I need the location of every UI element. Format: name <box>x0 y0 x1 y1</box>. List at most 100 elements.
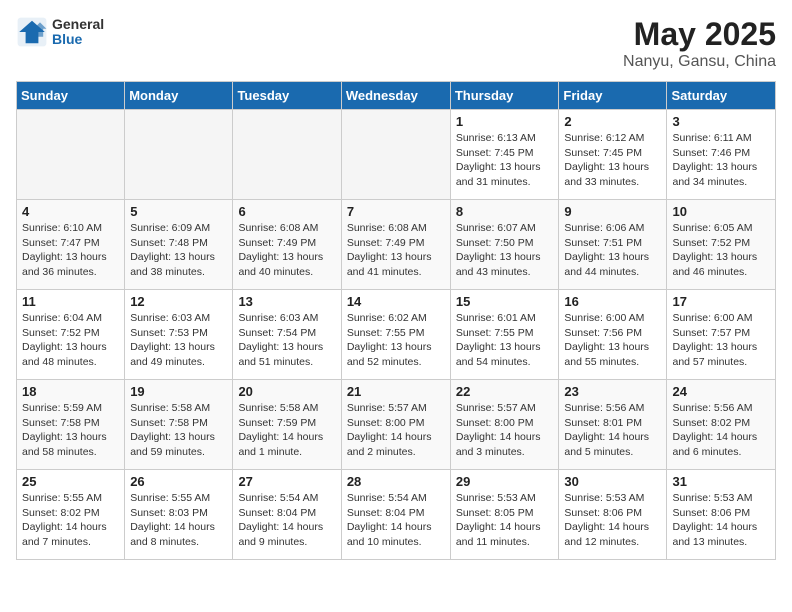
day-info: Sunrise: 6:11 AM Sunset: 7:46 PM Dayligh… <box>672 131 770 190</box>
day-number: 16 <box>564 294 661 309</box>
day-header-wednesday: Wednesday <box>341 82 450 110</box>
week-row-2: 4 Sunrise: 6:10 AM Sunset: 7:47 PM Daylig… <box>17 200 776 290</box>
calendar-cell: 24 Sunrise: 5:56 AM Sunset: 8:02 PM Dayli… <box>667 380 776 470</box>
day-info: Sunrise: 6:01 AM Sunset: 7:55 PM Dayligh… <box>456 311 554 370</box>
day-number: 31 <box>672 474 770 489</box>
calendar-cell: 20 Sunrise: 5:58 AM Sunset: 7:59 PM Dayli… <box>233 380 341 470</box>
day-number: 29 <box>456 474 554 489</box>
calendar-cell <box>17 110 125 200</box>
day-number: 1 <box>456 114 554 129</box>
calendar-cell: 8Sunrise: 6:07 AM Sunset: 7:50 PM Daylig… <box>450 200 559 290</box>
day-header-monday: Monday <box>125 82 233 110</box>
day-number: 17 <box>672 294 770 309</box>
day-info: Sunrise: 6:00 AM Sunset: 7:56 PM Dayligh… <box>564 311 661 370</box>
day-number: 14 <box>347 294 445 309</box>
day-info: Sunrise: 5:58 AM Sunset: 7:59 PM Dayligh… <box>238 401 335 460</box>
day-number: 6 <box>238 204 335 219</box>
logo-blue-text: Blue <box>52 32 104 47</box>
day-number: 18 <box>22 384 119 399</box>
day-info: Sunrise: 5:56 AM Sunset: 8:02 PM Dayligh… <box>672 401 770 460</box>
calendar-cell: 22 Sunrise: 5:57 AM Sunset: 8:00 PM Dayli… <box>450 380 559 470</box>
week-row-1: 1 Sunrise: 6:13 AM Sunset: 7:45 PM Daylig… <box>17 110 776 200</box>
day-info: Sunrise: 5:57 AM Sunset: 8:00 PM Dayligh… <box>347 401 445 460</box>
day-number: 7 <box>347 204 445 219</box>
day-number: 5 <box>130 204 227 219</box>
calendar-cell <box>233 110 341 200</box>
day-number: 2 <box>564 114 661 129</box>
week-row-5: 25 Sunrise: 5:55 AM Sunset: 8:02 PM Dayli… <box>17 470 776 560</box>
calendar-cell: 26Sunrise: 5:55 AM Sunset: 8:03 PM Dayli… <box>125 470 233 560</box>
calendar-cell: 3 Sunrise: 6:11 AM Sunset: 7:46 PM Daylig… <box>667 110 776 200</box>
calendar-cell: 17 Sunrise: 6:00 AM Sunset: 7:57 PM Dayli… <box>667 290 776 380</box>
calendar-cell: 31Sunrise: 5:53 AM Sunset: 8:06 PM Dayli… <box>667 470 776 560</box>
calendar-cell: 15 Sunrise: 6:01 AM Sunset: 7:55 PM Dayli… <box>450 290 559 380</box>
day-number: 10 <box>672 204 770 219</box>
day-number: 4 <box>22 204 119 219</box>
day-number: 12 <box>130 294 227 309</box>
week-row-3: 11 Sunrise: 6:04 AM Sunset: 7:52 PM Dayli… <box>17 290 776 380</box>
day-header-sunday: Sunday <box>17 82 125 110</box>
calendar-cell: 2 Sunrise: 6:12 AM Sunset: 7:45 PM Daylig… <box>559 110 667 200</box>
day-header-friday: Friday <box>559 82 667 110</box>
day-info: Sunrise: 6:04 AM Sunset: 7:52 PM Dayligh… <box>22 311 119 370</box>
calendar-cell: 29 Sunrise: 5:53 AM Sunset: 8:05 PM Dayli… <box>450 470 559 560</box>
day-info: Sunrise: 6:03 AM Sunset: 7:54 PM Dayligh… <box>238 311 335 370</box>
day-header-saturday: Saturday <box>667 82 776 110</box>
day-info: Sunrise: 6:08 AM Sunset: 7:49 PM Dayligh… <box>347 221 445 280</box>
calendar-cell: 9Sunrise: 6:06 AM Sunset: 7:51 PM Daylig… <box>559 200 667 290</box>
day-number: 25 <box>22 474 119 489</box>
calendar-cell: 13 Sunrise: 6:03 AM Sunset: 7:54 PM Dayli… <box>233 290 341 380</box>
logo: General Blue <box>16 16 104 48</box>
calendar-cell: 11 Sunrise: 6:04 AM Sunset: 7:52 PM Dayli… <box>17 290 125 380</box>
day-number: 11 <box>22 294 119 309</box>
calendar-cell: 30Sunrise: 5:53 AM Sunset: 8:06 PM Dayli… <box>559 470 667 560</box>
day-info: Sunrise: 6:13 AM Sunset: 7:45 PM Dayligh… <box>456 131 554 190</box>
day-number: 20 <box>238 384 335 399</box>
logo-text: General Blue <box>52 17 104 48</box>
day-info: Sunrise: 6:07 AM Sunset: 7:50 PM Dayligh… <box>456 221 554 280</box>
day-number: 23 <box>564 384 661 399</box>
day-number: 26 <box>130 474 227 489</box>
day-number: 3 <box>672 114 770 129</box>
calendar-subtitle: Nanyu, Gansu, China <box>623 53 776 71</box>
day-info: Sunrise: 6:02 AM Sunset: 7:55 PM Dayligh… <box>347 311 445 370</box>
day-info: Sunrise: 6:12 AM Sunset: 7:45 PM Dayligh… <box>564 131 661 190</box>
calendar-cell: 27Sunrise: 5:54 AM Sunset: 8:04 PM Dayli… <box>233 470 341 560</box>
calendar-cell: 1 Sunrise: 6:13 AM Sunset: 7:45 PM Daylig… <box>450 110 559 200</box>
day-info: Sunrise: 5:58 AM Sunset: 7:58 PM Dayligh… <box>130 401 227 460</box>
calendar-cell: 12 Sunrise: 6:03 AM Sunset: 7:53 PM Dayli… <box>125 290 233 380</box>
calendar-cell <box>125 110 233 200</box>
day-number: 15 <box>456 294 554 309</box>
day-info: Sunrise: 6:00 AM Sunset: 7:57 PM Dayligh… <box>672 311 770 370</box>
calendar-cell: 23Sunrise: 5:56 AM Sunset: 8:01 PM Dayli… <box>559 380 667 470</box>
day-info: Sunrise: 6:10 AM Sunset: 7:47 PM Dayligh… <box>22 221 119 280</box>
day-number: 22 <box>456 384 554 399</box>
calendar-title: May 2025 <box>623 16 776 53</box>
day-info: Sunrise: 5:57 AM Sunset: 8:00 PM Dayligh… <box>456 401 554 460</box>
day-number: 21 <box>347 384 445 399</box>
day-info: Sunrise: 5:55 AM Sunset: 8:02 PM Dayligh… <box>22 491 119 550</box>
day-info: Sunrise: 6:03 AM Sunset: 7:53 PM Dayligh… <box>130 311 227 370</box>
calendar-cell: 5Sunrise: 6:09 AM Sunset: 7:48 PM Daylig… <box>125 200 233 290</box>
day-info: Sunrise: 6:08 AM Sunset: 7:49 PM Dayligh… <box>238 221 335 280</box>
calendar-table: SundayMondayTuesdayWednesdayThursdayFrid… <box>16 81 776 560</box>
day-number: 24 <box>672 384 770 399</box>
calendar-cell <box>341 110 450 200</box>
calendar-cell: 18 Sunrise: 5:59 AM Sunset: 7:58 PM Dayli… <box>17 380 125 470</box>
title-area: May 2025 Nanyu, Gansu, China <box>623 16 776 71</box>
day-info: Sunrise: 6:05 AM Sunset: 7:52 PM Dayligh… <box>672 221 770 280</box>
day-number: 30 <box>564 474 661 489</box>
day-info: Sunrise: 5:59 AM Sunset: 7:58 PM Dayligh… <box>22 401 119 460</box>
day-header-tuesday: Tuesday <box>233 82 341 110</box>
calendar-cell: 7 Sunrise: 6:08 AM Sunset: 7:49 PM Daylig… <box>341 200 450 290</box>
day-header-thursday: Thursday <box>450 82 559 110</box>
week-row-4: 18 Sunrise: 5:59 AM Sunset: 7:58 PM Dayli… <box>17 380 776 470</box>
day-number: 13 <box>238 294 335 309</box>
calendar-cell: 25 Sunrise: 5:55 AM Sunset: 8:02 PM Dayli… <box>17 470 125 560</box>
page-header: General Blue May 2025 Nanyu, Gansu, Chin… <box>16 16 776 71</box>
logo-general-text: General <box>52 17 104 32</box>
day-info: Sunrise: 5:53 AM Sunset: 8:05 PM Dayligh… <box>456 491 554 550</box>
day-info: Sunrise: 5:54 AM Sunset: 8:04 PM Dayligh… <box>347 491 445 550</box>
day-number: 19 <box>130 384 227 399</box>
calendar-cell: 14 Sunrise: 6:02 AM Sunset: 7:55 PM Dayli… <box>341 290 450 380</box>
